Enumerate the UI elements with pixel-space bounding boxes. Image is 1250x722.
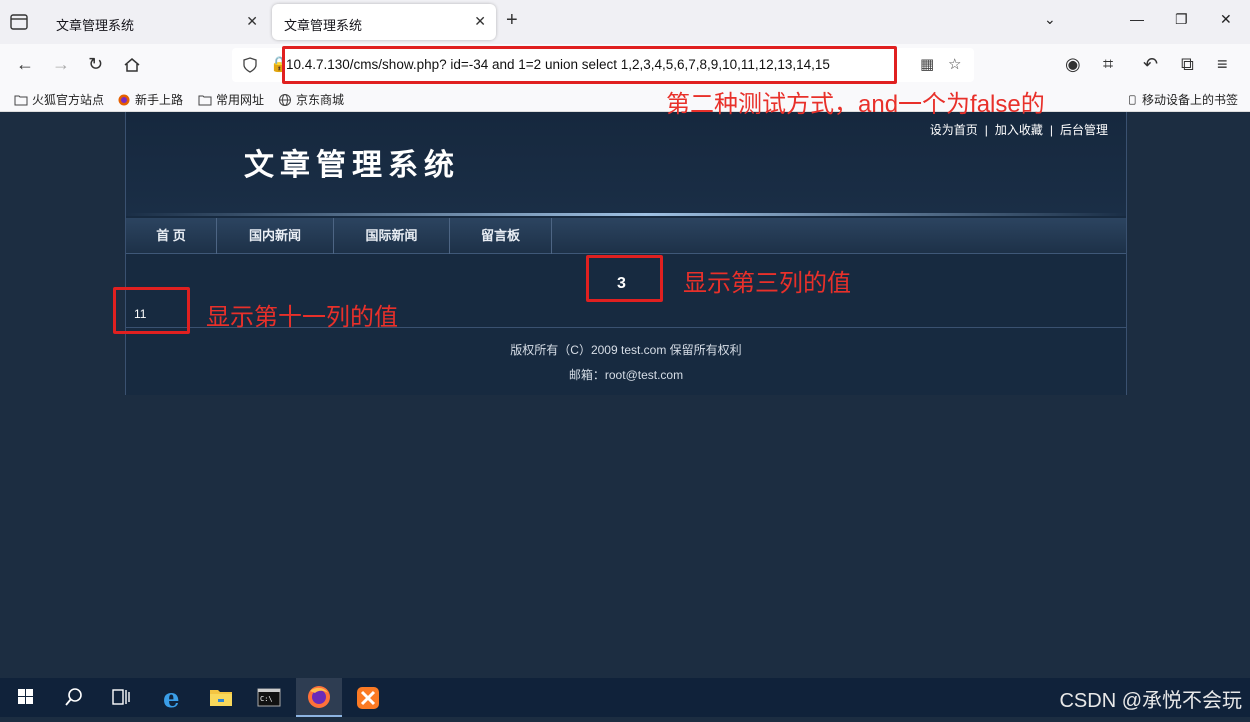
firefox-icon bbox=[308, 686, 330, 708]
menu-home[interactable]: 首 页 bbox=[126, 218, 217, 254]
close-tab-icon[interactable]: ✕ bbox=[474, 13, 486, 30]
globe-icon bbox=[279, 94, 291, 106]
bookmark-jd-mall[interactable]: 京东商城 bbox=[278, 91, 344, 108]
reload-icon[interactable]: ↻ bbox=[88, 54, 103, 74]
search-button[interactable] bbox=[50, 678, 96, 717]
add-favorite-link[interactable]: 加入收藏 bbox=[995, 123, 1043, 137]
account-icon[interactable]: ◉ bbox=[1065, 54, 1081, 74]
tab-inactive[interactable]: 文章管理系统 ✕ bbox=[44, 4, 268, 40]
search-icon bbox=[65, 688, 82, 706]
bookmark-label: 京东商城 bbox=[296, 93, 345, 107]
site-container: 设为首页 | 加入收藏 | 后台管理 文章管理系统 首 页 国内新闻 国际新闻 留言板 … bbox=[125, 112, 1127, 395]
task-view-button[interactable] bbox=[98, 678, 144, 717]
url-annotation: 第二种测试方式，and一个为false的 bbox=[666, 91, 1045, 118]
terminal-icon: C:\ bbox=[257, 688, 281, 707]
taskbar: e C:\ CSDN @承悦不会玩 bbox=[0, 678, 1250, 717]
site-title: 文章管理系统 bbox=[244, 148, 460, 183]
tab-title: 文章管理系统 bbox=[56, 18, 135, 33]
csdn-watermark: CSDN @承悦不会玩 bbox=[1059, 690, 1242, 712]
site-header: 设为首页 | 加入收藏 | 后台管理 文章管理系统 bbox=[126, 112, 1126, 215]
url-highlight-box bbox=[282, 46, 897, 84]
bookmark-firefox-site[interactable]: 火狐官方站点 bbox=[14, 91, 104, 108]
set-homepage-link[interactable]: 设为首页 bbox=[930, 123, 978, 137]
file-explorer-icon bbox=[210, 690, 232, 706]
menu-domestic-news[interactable]: 国内新闻 bbox=[217, 218, 334, 254]
start-button[interactable] bbox=[2, 678, 48, 717]
column-3-highlight-box bbox=[586, 255, 663, 302]
taskbar-firefox[interactable] bbox=[296, 678, 342, 717]
qr-code-icon[interactable]: ▦ bbox=[920, 57, 934, 73]
shield-icon[interactable] bbox=[242, 57, 258, 73]
taskbar-command-prompt[interactable]: C:\ bbox=[246, 678, 292, 717]
undo-icon[interactable]: ↶ bbox=[1143, 54, 1158, 74]
extensions-icon[interactable]: ⧉ bbox=[1181, 54, 1194, 74]
column-3-annotation: 显示第三列的值 bbox=[683, 270, 851, 297]
folder-icon bbox=[14, 95, 28, 106]
forward-icon[interactable]: → bbox=[52, 54, 70, 74]
tab-active[interactable]: 文章管理系统 ✕ bbox=[272, 4, 496, 40]
bookmark-label: 常用网址 bbox=[216, 93, 265, 107]
folder-icon bbox=[198, 95, 212, 106]
bookmark-label: 火狐官方站点 bbox=[32, 93, 105, 107]
taskbar-xampp[interactable] bbox=[345, 678, 391, 717]
home-icon[interactable] bbox=[123, 56, 141, 74]
bookmark-label: 移动设备上的书签 bbox=[1142, 93, 1239, 107]
tab-list-icon[interactable] bbox=[8, 11, 30, 33]
firefox-icon bbox=[118, 94, 130, 106]
new-tab-button[interactable]: + bbox=[506, 9, 518, 32]
xampp-icon bbox=[357, 687, 379, 709]
menu-icon[interactable]: ≡ bbox=[1217, 54, 1228, 74]
header-divider bbox=[126, 213, 1126, 216]
web-page: 设为首页 | 加入收藏 | 后台管理 文章管理系统 首 页 国内新闻 国际新闻 留言板 … bbox=[0, 112, 1250, 678]
tab-bar: 文章管理系统 ✕ 文章管理系统 ✕ + ⌄ — ❐ ✕ bbox=[0, 0, 1250, 44]
site-menu: 首 页 国内新闻 国际新闻 留言板 bbox=[126, 218, 1126, 254]
svg-text:C:\: C:\ bbox=[260, 695, 273, 703]
svg-text:e: e bbox=[163, 684, 180, 714]
internet-explorer-icon: e bbox=[163, 684, 180, 714]
windows-icon bbox=[18, 689, 33, 704]
mobile-bookmarks[interactable]: 移动设备上的书签 bbox=[1128, 91, 1238, 108]
taskbar-internet-explorer[interactable]: e bbox=[150, 678, 196, 717]
list-all-tabs-icon[interactable]: ⌄ bbox=[1044, 11, 1056, 28]
menu-message-board[interactable]: 留言板 bbox=[450, 218, 552, 254]
column-11-annotation: 显示第十一列的值 bbox=[206, 304, 398, 331]
column-11-highlight-box bbox=[113, 287, 190, 334]
footer-email: 邮箱：root@test.com bbox=[568, 368, 684, 382]
minimize-button[interactable]: — bbox=[1130, 11, 1144, 27]
menu-international-news[interactable]: 国际新闻 bbox=[334, 218, 450, 254]
maximize-button[interactable]: ❐ bbox=[1175, 11, 1188, 28]
bookmark-label: 新手上路 bbox=[135, 93, 184, 107]
bookmarks-bar: 火狐官方站点 新手上路 常用网址 京东商城 移动设备上的书签 bbox=[0, 86, 1250, 112]
tab-title: 文章管理系统 bbox=[284, 18, 363, 33]
close-tab-icon[interactable]: ✕ bbox=[246, 13, 258, 30]
site-footer: 版权所有（C）2009 test.com 保留所有权利 邮箱：root@test… bbox=[126, 327, 1126, 395]
bookmark-common-sites[interactable]: 常用网址 bbox=[198, 91, 264, 108]
bookmark-getting-started[interactable]: 新手上路 bbox=[117, 91, 183, 108]
mobile-device-icon bbox=[1129, 95, 1136, 105]
footer-copyright: 版权所有（C）2009 test.com 保留所有权利 bbox=[510, 343, 742, 357]
back-icon[interactable]: ← bbox=[16, 54, 34, 74]
screenshot-crop-icon[interactable]: ⌗ bbox=[1103, 54, 1113, 74]
close-window-button[interactable]: ✕ bbox=[1220, 11, 1232, 28]
bookmark-star-icon[interactable]: ☆ bbox=[948, 57, 961, 73]
top-links: 设为首页 | 加入收藏 | 后台管理 bbox=[929, 123, 1108, 137]
task-view-icon bbox=[112, 689, 130, 705]
admin-link[interactable]: 后台管理 bbox=[1060, 123, 1108, 137]
taskbar-file-explorer[interactable] bbox=[198, 678, 244, 717]
